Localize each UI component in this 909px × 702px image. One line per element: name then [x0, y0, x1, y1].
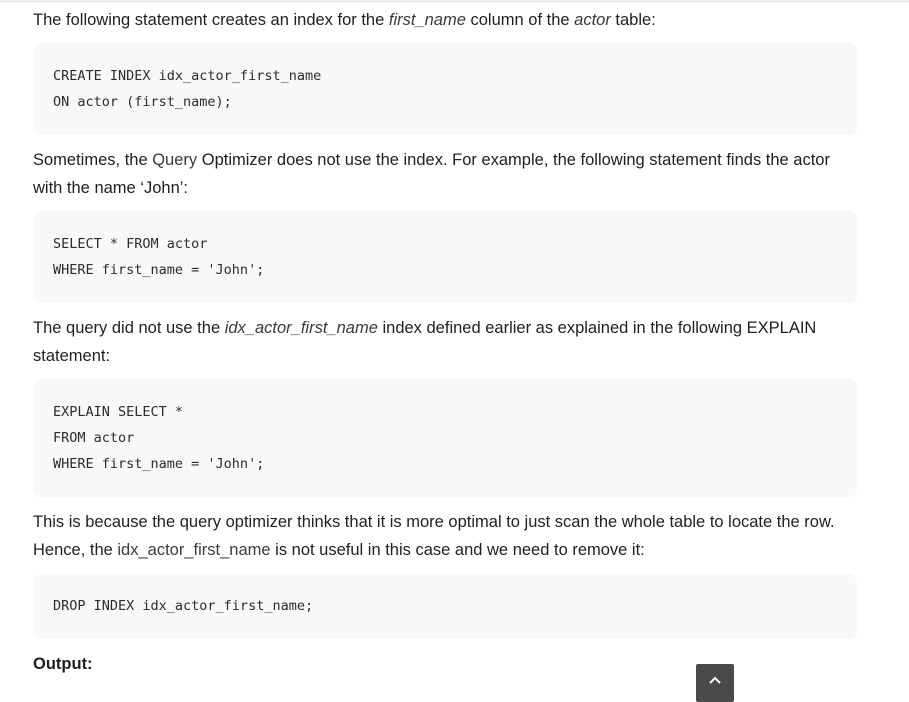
- code-line: WHERE first_name = 'John';: [53, 456, 265, 472]
- code-line: CREATE INDEX idx_actor_first_name: [53, 68, 322, 84]
- text: The following statement creates an index…: [33, 11, 389, 29]
- code-line: EXPLAIN SELECT *: [53, 404, 184, 420]
- text: table:: [610, 11, 656, 29]
- code-block-explain: EXPLAIN SELECT * FROM actor WHERE first_…: [33, 379, 857, 497]
- text: Sometimes, the: [33, 151, 153, 169]
- text: is not useful in this case and we need t…: [270, 541, 645, 559]
- query-term: Query: [152, 151, 198, 169]
- paragraph-explain-intro: The query did not use the idx_actor_firs…: [33, 314, 857, 370]
- index-name-term: idx_actor_first_name: [117, 541, 271, 559]
- text: column of the: [465, 11, 575, 29]
- text: The query did not use the: [33, 319, 225, 337]
- code-line: WHERE first_name = 'John';: [53, 262, 265, 278]
- code-line: ON actor (first_name);: [53, 94, 232, 110]
- column-name-emphasis: first_name: [388, 11, 466, 29]
- code-block-create-index: CREATE INDEX idx_actor_first_name ON act…: [33, 43, 857, 135]
- scroll-to-top-button[interactable]: [696, 664, 734, 702]
- output-label: Output:: [33, 655, 93, 673]
- top-divider: [0, 0, 909, 3]
- paragraph-create-index-intro: The following statement creates an index…: [33, 6, 857, 34]
- code-block-drop-index: DROP INDEX idx_actor_first_name;: [33, 574, 857, 639]
- code-block-select: SELECT * FROM actor WHERE first_name = '…: [33, 211, 857, 303]
- code-line: DROP INDEX idx_actor_first_name;: [53, 598, 314, 614]
- index-name-emphasis: idx_actor_first_name: [224, 319, 378, 337]
- paragraph-query-optimizer: Sometimes, the Query Optimizer does not …: [33, 146, 857, 202]
- code-line: SELECT * FROM actor: [53, 236, 208, 252]
- arrow-up-icon: [709, 676, 721, 684]
- paragraph-drop-reason: This is because the query optimizer thin…: [33, 508, 857, 564]
- code-line: FROM actor: [53, 430, 135, 446]
- table-name-emphasis: actor: [574, 11, 611, 29]
